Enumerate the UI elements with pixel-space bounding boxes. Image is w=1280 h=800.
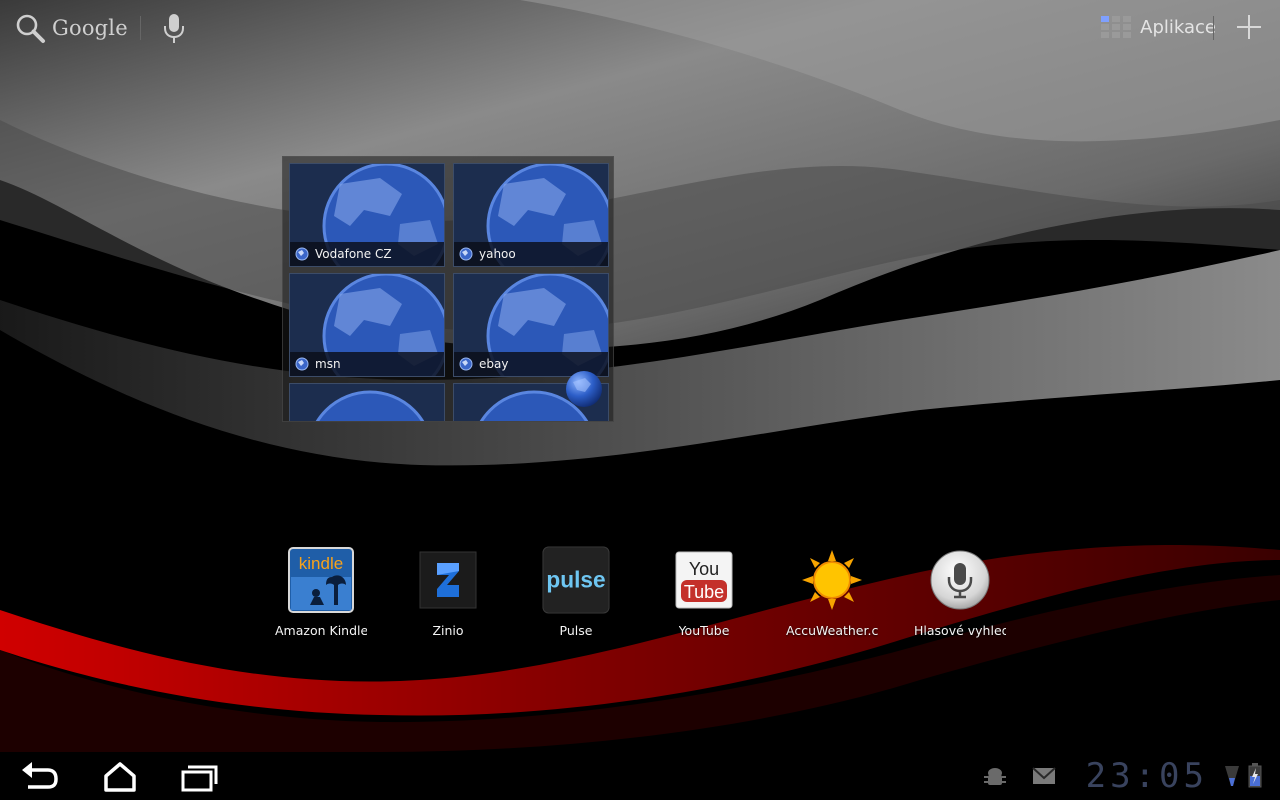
- youtube-wordmark-top: You: [689, 559, 719, 579]
- microphone-icon: [926, 546, 994, 614]
- app-label: Zinio: [432, 623, 464, 638]
- bookmark-label-bar: yahoo: [454, 242, 608, 266]
- bookmark-tile[interactable]: [289, 383, 445, 421]
- app-amazon-kindle[interactable]: kindle Amazon Kindle: [257, 546, 385, 646]
- globe-icon: [295, 247, 309, 261]
- globe-icon: [566, 371, 602, 407]
- android-debug-icon: [984, 768, 1006, 785]
- signal-icon: [1225, 766, 1239, 786]
- email-notification[interactable]: [1032, 767, 1056, 789]
- bookmark-tile[interactable]: msn: [289, 273, 445, 377]
- pulse-icon: pulse: [542, 546, 610, 614]
- wallpaper: [0, 0, 1280, 800]
- plus-icon: [1237, 15, 1261, 39]
- globe-icon: [295, 357, 309, 371]
- bookmark-tile[interactable]: Vodafone CZ: [289, 163, 445, 267]
- bookmark-label: Vodafone CZ: [315, 247, 392, 261]
- apps-label: Aplikace: [1140, 16, 1216, 38]
- back-button[interactable]: [18, 760, 62, 794]
- recent-apps-button[interactable]: [178, 760, 222, 794]
- add-button[interactable]: [1234, 12, 1264, 42]
- recent-apps-icon: [181, 765, 218, 792]
- sun-icon: [798, 546, 866, 614]
- app-zinio[interactable]: Zinio: [384, 546, 512, 646]
- kindle-icon: kindle: [287, 546, 355, 614]
- battery-indicator: [1248, 762, 1262, 792]
- divider: [140, 16, 141, 40]
- app-label: Pulse: [559, 623, 593, 638]
- home-icon: [104, 762, 136, 792]
- bookmarks-widget-badge: [565, 370, 603, 408]
- back-icon: [22, 762, 58, 789]
- bookmark-tile[interactable]: yahoo: [453, 163, 609, 267]
- voice-search-button[interactable]: [160, 10, 188, 46]
- globe-icon: [459, 247, 473, 261]
- app-accuweather[interactable]: AccuWeather.co: [768, 546, 896, 646]
- zinio-icon: [414, 546, 482, 614]
- search-label: Google: [52, 16, 128, 40]
- app-label: YouTube: [678, 623, 730, 638]
- bookmark-label-bar: msn: [290, 352, 444, 376]
- bookmark-label: yahoo: [479, 247, 516, 261]
- signal-indicator: [1224, 764, 1240, 792]
- google-search-button[interactable]: Google: [14, 10, 128, 46]
- bookmarks-widget[interactable]: Vodafone CZ yahoo msn ebay: [282, 156, 614, 422]
- battery-charging-icon: [1248, 763, 1262, 788]
- microphone-icon: [164, 14, 184, 43]
- globe-icon: [459, 357, 473, 371]
- apps-button[interactable]: Aplikace: [1100, 12, 1216, 42]
- mail-icon: [1032, 767, 1056, 784]
- youtube-wordmark-bottom: Tube: [684, 582, 724, 602]
- app-voice-search[interactable]: Hlasové vyhled: [896, 546, 1024, 646]
- bookmark-label: ebay: [479, 357, 509, 371]
- clock[interactable]: 23:05: [1086, 756, 1208, 796]
- app-youtube[interactable]: You Tube YouTube: [640, 546, 768, 646]
- app-label: Hlasové vyhled: [914, 623, 1006, 638]
- apps-grid-icon: [1101, 16, 1132, 38]
- home-button[interactable]: [98, 760, 142, 794]
- home-screen: Google Aplikace Vodafone CZ yahoo msn eb…: [0, 0, 1280, 800]
- bookmark-tile[interactable]: ebay: [453, 273, 609, 377]
- app-pulse[interactable]: pulse Pulse: [512, 546, 640, 646]
- pulse-wordmark: pulse: [546, 567, 605, 593]
- search-icon: [16, 14, 45, 43]
- bookmark-label-bar: Vodafone CZ: [290, 242, 444, 266]
- globe-thumbnail: [290, 384, 444, 421]
- youtube-icon: You Tube: [670, 546, 738, 614]
- app-label: AccuWeather.co: [786, 623, 878, 638]
- bookmark-label: msn: [315, 357, 341, 371]
- debug-notification[interactable]: [982, 764, 1008, 792]
- kindle-wordmark: kindle: [299, 554, 343, 573]
- app-label: Amazon Kindle: [275, 623, 367, 638]
- divider: [1213, 16, 1214, 40]
